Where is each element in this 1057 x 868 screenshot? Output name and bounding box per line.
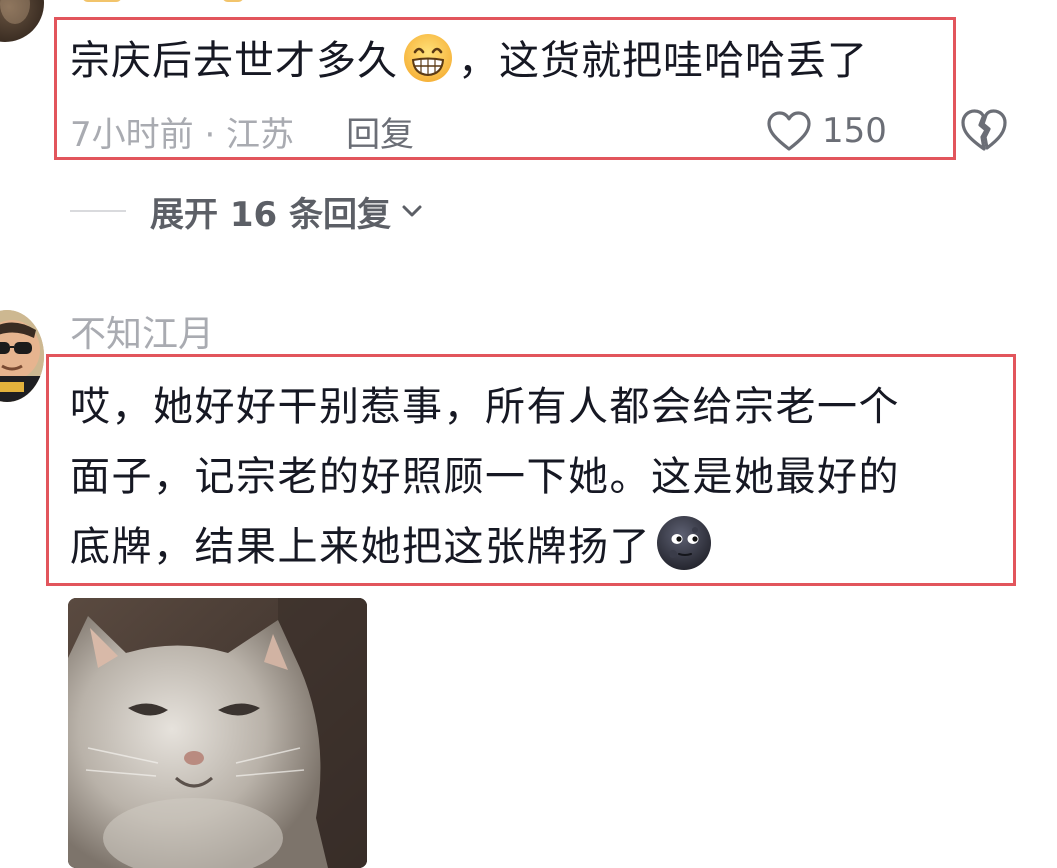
cat-sticker-illustration <box>68 598 367 868</box>
chevron-down-icon <box>402 205 422 217</box>
avatar-image <box>0 310 44 402</box>
comment-1-text-part-1: 宗庆后去世才多久 <box>70 38 398 84</box>
cat-sticker-image[interactable] <box>68 598 367 868</box>
cropped-decoration <box>72 0 252 4</box>
comment-2-line-3: 底牌，结果上来她把这张牌扬了 <box>70 524 651 570</box>
broken-heart-icon[interactable] <box>960 106 1008 154</box>
comment-2-line-1: 哎，她好好干别惹事，所有人都会给宗老一个 <box>70 384 900 430</box>
grinning-face-icon <box>404 34 452 82</box>
commenter-avatar[interactable] <box>0 0 44 42</box>
comment-2-line-3-wrap: 底牌，结果上来她把这张牌扬了 <box>70 512 1010 582</box>
comment-1-text-part-2: ，这货就把哇哈哈丢了 <box>458 38 868 84</box>
expand-replies-label: 展开 16 条回复 <box>150 194 391 235</box>
avatar-highlight <box>0 0 30 24</box>
comment-1-time-location: 7小时前 · 江苏 <box>70 114 295 155</box>
new-moon-face-icon <box>657 516 711 570</box>
comment-2-username[interactable]: 不知江月 <box>70 310 214 360</box>
heart-icon <box>767 111 811 151</box>
reply-button[interactable]: 回复 <box>346 107 414 156</box>
commenter-avatar-2[interactable] <box>0 310 44 402</box>
comment-2-text: 哎，她好好干别惹事，所有人都会给宗老一个 面子，记宗老的好照顾一下她。这是她最好… <box>70 372 1010 582</box>
comment-1-meta: 7小时前 · 江苏 回复 <box>70 106 414 156</box>
like-button[interactable]: 150 <box>766 104 887 158</box>
comment-1-text: 宗庆后去世才多久 ，这货就把哇哈哈丢了 <box>70 32 868 90</box>
expand-replies-button[interactable]: 展开 16 条回复 <box>70 186 425 236</box>
expand-divider <box>70 210 126 212</box>
comment-2-line-2: 面子，记宗老的好照顾一下她。这是她最好的 <box>70 454 900 500</box>
like-count: 150 <box>822 111 887 151</box>
